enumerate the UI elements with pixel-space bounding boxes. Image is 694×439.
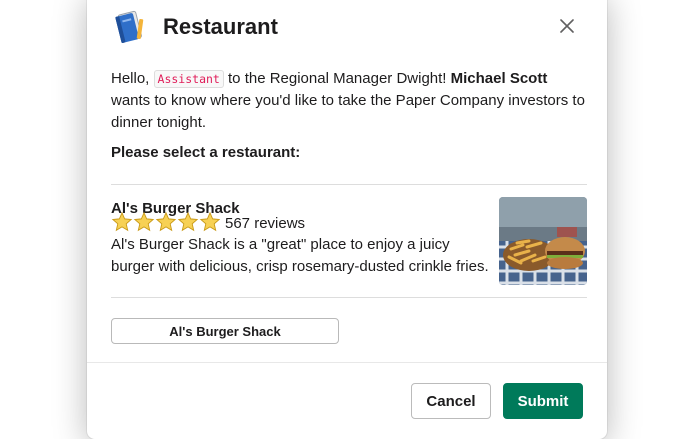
after-mention-text: to the Regional Manager Dwight!: [223, 70, 451, 87]
close-icon: [560, 18, 574, 38]
select-restaurant-button[interactable]: Al's Burger Shack: [111, 318, 339, 344]
review-count: 567 reviews: [225, 215, 306, 232]
select-prompt: Please select a restaurant:: [111, 144, 301, 161]
greeting-text: Hello,: [111, 70, 154, 87]
footer-divider: [87, 362, 607, 363]
divider-bottom: [111, 297, 587, 298]
blue-book-icon: [111, 9, 147, 45]
cancel-button[interactable]: Cancel: [411, 383, 491, 419]
dialog-title: Restaurant: [163, 14, 278, 39]
burger-and-fries-image: [499, 197, 587, 285]
dialog-body: Hello, Assistant to the Regional Manager…: [111, 68, 587, 164]
dialog-header: Restaurant: [87, 0, 607, 56]
submit-button[interactable]: Submit: [503, 383, 583, 419]
rating-row: 567 reviews: [111, 211, 306, 236]
restaurant-description: Al's Burger Shack is a "great" place to …: [111, 236, 489, 275]
user-mention[interactable]: Assistant: [153, 70, 224, 88]
message-rest: wants to know where you'd like to take t…: [111, 92, 585, 131]
restaurant-dialog: Restaurant Hello, Assistant to the Regio…: [87, 0, 607, 439]
intro-message: Hello, Assistant to the Regional Manager…: [111, 68, 587, 134]
close-button[interactable]: [551, 12, 583, 44]
user-name: Michael Scott: [450, 70, 548, 87]
divider-top: [111, 184, 587, 185]
